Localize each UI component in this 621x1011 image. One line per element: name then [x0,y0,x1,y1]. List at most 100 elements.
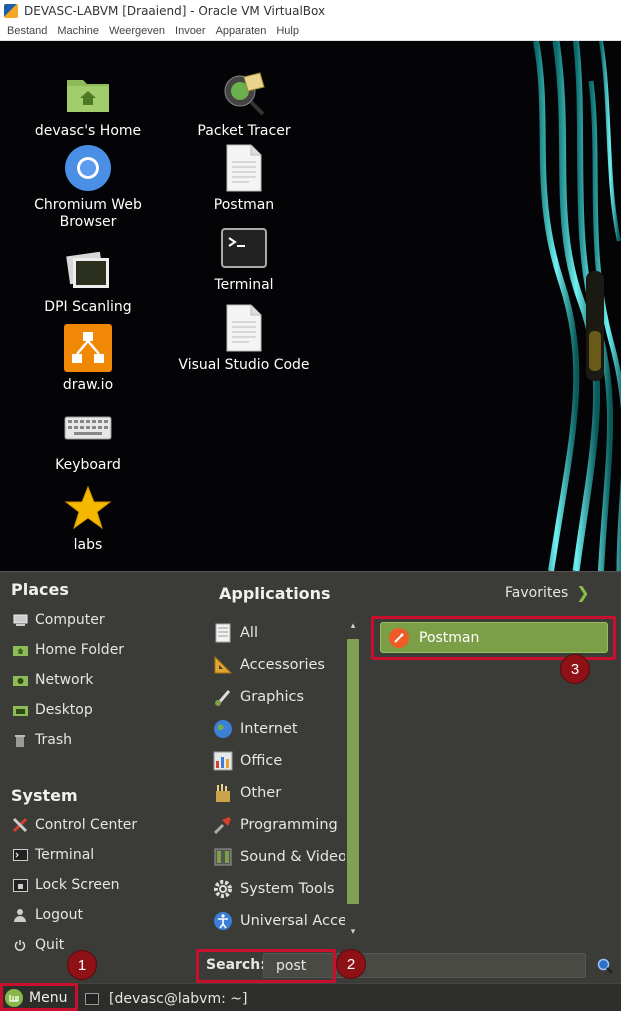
desktop-icon-keyboard[interactable]: Keyboard [8,403,168,473]
category-label: Sound & Video [240,849,345,865]
desktop-icon-label: Keyboard [55,457,121,473]
scroll-down-arrow-icon[interactable]: ▾ [348,927,358,937]
user-icon [12,908,28,922]
category-label: Programming [240,817,338,833]
category-internet[interactable]: Internet [212,716,298,742]
menu-apparaten[interactable]: Apparaten [216,25,267,37]
network-icon [12,673,28,687]
system-quit[interactable]: Quit [12,934,64,956]
terminal-icon [85,993,99,1005]
menu-button[interactable]: Menu [3,986,67,1010]
desktop-icon-vscode[interactable]: Visual Studio Code [164,303,324,373]
places-title: Places [11,580,69,599]
search-icon[interactable] [596,957,614,975]
place-trash[interactable]: Trash [12,729,72,751]
category-all[interactable]: All [212,620,258,646]
applications-title: Applications [219,584,331,603]
search-result-label: Postman [419,629,480,646]
desktop-icon-chromium[interactable]: Chromium Web Browser [8,143,168,231]
system-label: Terminal [35,847,95,863]
system-title: System [11,786,78,805]
search-input[interactable] [263,953,586,978]
search-row: Search: [200,952,621,980]
tools-icon [12,817,28,833]
virtualbox-icon [4,4,18,18]
favorites-button[interactable]: Favorites ❯ [505,583,590,602]
system-logout[interactable]: Logout [12,904,83,926]
category-label: Universal Access [240,913,345,929]
favorites-label: Favorites [505,584,569,601]
category-programming[interactable]: Programming [212,812,338,838]
category-label: System Tools [240,881,335,897]
system-label: Quit [35,937,65,953]
keyboard-icon [63,403,113,453]
system-terminal[interactable]: Terminal [12,844,94,866]
place-label: Computer [35,612,105,628]
desktop-icon-terminal[interactable]: Terminal [164,223,324,293]
desktop-icon-photos[interactable]: DPI Scanling [8,245,168,315]
category-scrollbar[interactable]: ▴ ▾ [345,617,361,947]
annotation-badge-1: 1 [67,950,97,980]
category-universal-access[interactable]: Universal Access [212,908,345,934]
desktop-icon-packet-tracer[interactable]: Packet Tracer [164,69,324,139]
place-network[interactable]: Network [12,669,93,691]
place-desktop[interactable]: Desktop [12,699,93,721]
window-titlebar: DEVASC-LABVM [Draaiend] - Oracle VM Virt… [0,0,621,22]
sound-video-icon [212,846,234,868]
search-result-postman[interactable]: Postman [380,622,608,653]
terminal-icon [219,223,269,273]
menu-machine[interactable]: Machine [57,25,99,37]
accessories-icon [212,654,234,676]
desktop-icon-label: labs [73,537,103,553]
desktop-icon-label: Packet Tracer [197,123,291,139]
place-label: Home Folder [35,642,125,658]
system-control-center[interactable]: Control Center [12,814,137,836]
search-label: Search: [206,957,266,973]
trash-icon [12,733,28,747]
document-icon [219,303,269,353]
document-icon [219,143,269,193]
category-label: Other [240,785,282,801]
window-title: DEVASC-LABVM [Draaiend] - Oracle VM Virt… [24,4,326,18]
desktop-icon-label: Visual Studio Code [178,357,310,373]
packet-tracer-icon [219,69,269,119]
desktop-icon-labs[interactable]: labs [8,483,168,553]
desktop: devasc's Home Chromium Web Browser DPI S… [0,41,621,571]
gear-icon [212,878,234,900]
place-home-folder[interactable]: Home Folder [12,639,124,661]
scroll-up-arrow-icon[interactable]: ▴ [348,621,358,631]
system-lock-screen[interactable]: Lock Screen [12,874,120,896]
desktop-icon-label: devasc's Home [34,123,142,139]
menu-button-label: Menu [29,990,68,1006]
menu-invoer[interactable]: Invoer [175,25,206,37]
category-other[interactable]: Other [212,780,281,806]
category-sound-video[interactable]: Sound & Video [212,844,345,870]
category-label: Graphics [240,689,305,705]
terminal-icon [12,848,28,862]
desktop-icon-drawio[interactable]: draw.io [8,323,168,393]
category-system-tools[interactable]: System Tools [212,876,334,902]
home-folder-icon [12,643,28,657]
desktop-icon-home[interactable]: devasc's Home [8,69,168,139]
desktop-icon-label: DPI Scanling [44,299,132,315]
menu-weergeven[interactable]: Weergeven [109,25,165,37]
photos-icon [63,245,113,295]
place-label: Network [35,672,94,688]
window-menubar: Bestand Machine Weergeven Invoer Apparat… [0,22,621,41]
desktop-icon-label: draw.io [62,377,114,393]
category-label: Office [240,753,283,769]
all-applications-icon [212,622,234,644]
category-label: Accessories [240,657,325,673]
category-accessories[interactable]: Accessories [212,652,325,678]
chromium-icon [63,143,113,193]
desktop-icon-postman[interactable]: Postman [164,143,324,213]
scrollbar-thumb[interactable] [347,639,359,904]
accessibility-icon [212,910,234,932]
place-computer[interactable]: Computer [12,609,105,631]
category-office[interactable]: Office [212,748,282,774]
category-graphics[interactable]: Graphics [212,684,304,710]
menu-bestand[interactable]: Bestand [7,25,47,37]
office-icon [212,750,234,772]
menu-hulp[interactable]: Hulp [276,25,299,37]
taskbar-window-terminal[interactable]: [devasc@labvm: ~] [85,988,247,1010]
